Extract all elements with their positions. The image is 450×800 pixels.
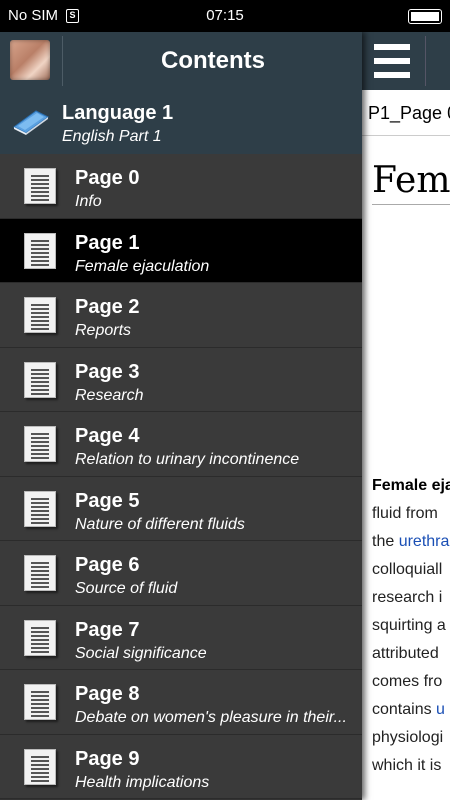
menu-icon[interactable]	[374, 44, 410, 78]
article-line: which it is	[372, 757, 442, 774]
document-icon	[24, 232, 56, 269]
page-item[interactable]: Page 5 Nature of different fluids	[0, 476, 362, 541]
page-item-title: Page 2	[75, 296, 140, 318]
article-line: contains u	[372, 701, 445, 718]
page-item[interactable]: Page 0 Info	[0, 154, 362, 219]
page-item-title: Page 3	[75, 360, 140, 383]
page-item-title: Page 8	[75, 683, 140, 705]
battery-icon	[408, 9, 442, 24]
page-item[interactable]: Page 7 Social significance	[0, 605, 362, 670]
title-divider	[372, 204, 450, 205]
toolbar-divider	[425, 36, 426, 86]
page-item-subtitle: Health implications	[75, 773, 210, 791]
document-icon	[24, 490, 56, 527]
page-item-subtitle: Female ejaculation	[75, 257, 210, 275]
article-line: colloquiall	[372, 561, 443, 578]
content-toolbar	[362, 32, 450, 90]
page-item-title: Page 7	[75, 618, 140, 641]
page-item-subtitle: Debate on women's pleasure in their...	[75, 709, 347, 726]
article-line: Female eja	[372, 477, 450, 494]
page-item-subtitle: Reports	[75, 322, 132, 339]
article-link[interactable]: urethra	[399, 533, 450, 550]
page-item-title: Page 4	[75, 425, 140, 447]
content-pane: P1_Page 0 Fema Female eja fluid from the u…	[362, 32, 450, 800]
article-line: research i	[372, 589, 443, 606]
page-item-subtitle: Social significance	[75, 644, 207, 662]
document-icon	[24, 748, 56, 785]
page-item-subtitle: Research	[75, 386, 144, 404]
document-icon	[24, 619, 56, 656]
app-thumbnail[interactable]	[10, 40, 50, 80]
page-item-title: Page 0	[75, 167, 140, 189]
document-icon	[24, 684, 56, 720]
article-line: fluid from	[372, 505, 438, 522]
article-line: physiologi	[372, 729, 444, 746]
language-row[interactable]: Language 1 English Part 1	[0, 90, 362, 154]
navigation-drawer: Contents Language 1 English Part 1 Page …	[0, 32, 362, 800]
page-item-subtitle: Relation to urinary incontinence	[75, 451, 300, 468]
page-item-subtitle: Info	[75, 193, 102, 210]
article-line: the urethra	[372, 533, 450, 550]
page-item[interactable]: Page 4 Relation to urinary incontinence	[0, 412, 362, 477]
language-subtitle: English Part 1	[62, 128, 162, 145]
page-item-title: Page 5	[75, 489, 140, 512]
page-item-title: Page 6	[75, 554, 140, 576]
drawer-list: Language 1 English Part 1 Page 0 Info Page…	[0, 90, 362, 799]
drawer-header: Contents	[0, 32, 362, 90]
article-link[interactable]: u	[436, 701, 445, 718]
status-bar: No SIM S 07:15	[0, 0, 450, 32]
header-divider	[62, 36, 63, 86]
page-item[interactable]: Page 6 Source of fluid	[0, 541, 362, 606]
article-title: Fema	[372, 160, 450, 201]
document-icon	[24, 555, 56, 591]
page-item-subtitle: Nature of different fluids	[75, 515, 245, 533]
page-item-title: Page 1	[75, 231, 140, 254]
status-time: 07:15	[206, 7, 244, 24]
article-body: Female eja fluid from the urethra colloquia…	[372, 472, 450, 800]
page-item[interactable]: Page 2 Reports	[0, 283, 362, 348]
document-icon	[24, 297, 56, 333]
book-icon	[13, 110, 49, 135]
language-title: Language 1	[62, 102, 174, 124]
page-item[interactable]: Page 3 Research	[0, 347, 362, 412]
page-item-title: Page 9	[75, 747, 140, 770]
page-item-subtitle: Source of fluid	[75, 580, 178, 597]
article-line	[372, 780, 450, 800]
page-item[interactable]: Page 8 Debate on women's pleasure in thei…	[0, 670, 362, 735]
article-line: comes fro	[372, 673, 443, 690]
drawer-title: Contents	[161, 47, 265, 74]
document-icon	[24, 426, 56, 462]
page-item[interactable]: Page 9 Health implications	[0, 734, 362, 799]
article-line: attributed	[372, 645, 439, 662]
article-line: squirting a	[372, 617, 446, 634]
document-icon	[24, 168, 56, 204]
page-tab[interactable]: P1_Page 0	[362, 90, 450, 136]
document-icon	[24, 361, 56, 398]
page-item[interactable]: Page 1 Female ejaculation	[0, 218, 362, 283]
